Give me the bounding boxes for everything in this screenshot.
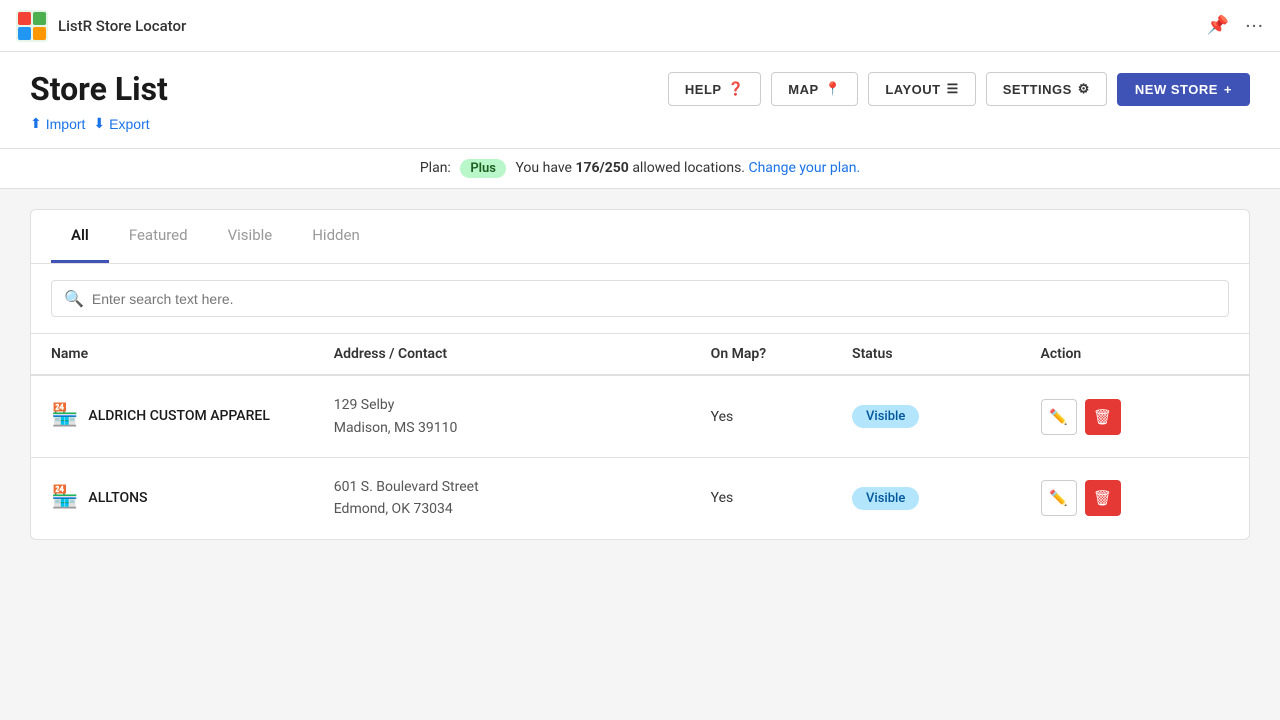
status-1: Visible <box>852 405 1040 428</box>
topbar-left: ListR Store Locator <box>16 10 186 42</box>
status-badge-2: Visible <box>852 487 919 510</box>
new-store-plus-icon: + <box>1224 82 1232 97</box>
layout-button[interactable]: LAYOUT ☰ <box>868 72 975 106</box>
layout-icon: ☰ <box>947 81 959 97</box>
table-row: 🏪 ALLTONS 601 S. Boulevard Street Edmond… <box>31 458 1249 539</box>
plan-suffix: allowed locations. <box>632 160 748 176</box>
layout-label: LAYOUT <box>885 82 940 97</box>
import-button[interactable]: ⬆ Import <box>30 115 85 132</box>
more-options-icon[interactable]: ··· <box>1245 14 1264 38</box>
page-title: Store List <box>30 72 168 107</box>
main-content: All Featured Visible Hidden 🔍 Name Addre… <box>30 209 1250 540</box>
col-address: Address / Contact <box>334 346 711 362</box>
header-right: HELP ❓ MAP 📍 LAYOUT ☰ SETTINGS ⚙ NEW STO… <box>668 72 1250 106</box>
plan-badge: Plus <box>460 159 506 178</box>
topbar-right: 📌 ··· <box>1207 14 1264 38</box>
status-2: Visible <box>852 487 1040 510</box>
onmap-1: Yes <box>711 409 852 425</box>
tabs: All Featured Visible Hidden <box>31 210 1249 264</box>
address-2: 601 S. Boulevard Street Edmond, OK 73034 <box>334 476 711 521</box>
action-1: ✏️ 🗑 <box>1041 399 1229 435</box>
search-container: 🔍 <box>31 264 1249 334</box>
store-name-2: 🏪 ALLTONS <box>51 483 334 514</box>
plan-usage: 176/250 <box>575 160 628 176</box>
search-icon: 🔍 <box>64 289 84 308</box>
store-name-1: 🏪 ALDRICH CUSTOM APPAREL <box>51 401 334 432</box>
pin-icon[interactable]: 📌 <box>1207 15 1229 36</box>
store-icon-2: 🏪 <box>51 483 78 514</box>
col-onmap: On Map? <box>711 346 852 362</box>
col-status: Status <box>852 346 1040 362</box>
search-input[interactable] <box>92 291 1216 307</box>
settings-icon: ⚙ <box>1078 81 1090 97</box>
app-title: ListR Store Locator <box>58 17 186 35</box>
app-logo <box>16 10 48 42</box>
new-store-label: NEW STORE <box>1135 82 1218 97</box>
tab-featured[interactable]: Featured <box>109 210 208 263</box>
search-box: 🔍 <box>51 280 1229 317</box>
header-left: Store List ⬆ Import ⬇ Export <box>30 72 168 132</box>
import-icon: ⬆ <box>30 115 42 132</box>
help-label: HELP <box>685 82 722 97</box>
table-row: 🏪 ALDRICH CUSTOM APPAREL 129 Selby Madis… <box>31 376 1249 458</box>
status-badge-1: Visible <box>852 405 919 428</box>
topbar: ListR Store Locator 📌 ··· <box>0 0 1280 52</box>
col-name: Name <box>51 346 334 362</box>
map-label: MAP <box>788 82 818 97</box>
store-table: Name Address / Contact On Map? Status Ac… <box>31 334 1249 539</box>
store-icon-1: 🏪 <box>51 401 78 432</box>
edit-button-2[interactable]: ✏️ <box>1041 480 1077 516</box>
header-actions: ⬆ Import ⬇ Export <box>30 115 168 132</box>
address-1: 129 Selby Madison, MS 39110 <box>334 394 711 439</box>
help-icon: ❓ <box>728 81 745 97</box>
tab-all[interactable]: All <box>51 210 109 263</box>
header-section: Store List ⬆ Import ⬇ Export HELP ❓ MAP … <box>0 52 1280 149</box>
map-icon: 📍 <box>825 81 842 97</box>
plan-description: You have <box>515 160 571 176</box>
action-2: ✏️ 🗑 <box>1041 480 1229 516</box>
plan-change-link[interactable]: Change your plan. <box>748 160 860 176</box>
tab-hidden[interactable]: Hidden <box>292 210 380 263</box>
plan-label: Plan: <box>420 160 451 176</box>
tab-visible[interactable]: Visible <box>208 210 293 263</box>
edit-button-1[interactable]: ✏️ <box>1041 399 1077 435</box>
delete-button-1[interactable]: 🗑 <box>1085 399 1121 435</box>
export-icon: ⬇ <box>93 115 105 132</box>
settings-button[interactable]: SETTINGS ⚙ <box>986 72 1107 106</box>
col-action: Action <box>1041 346 1229 362</box>
table-header: Name Address / Contact On Map? Status Ac… <box>31 334 1249 376</box>
settings-label: SETTINGS <box>1003 82 1072 97</box>
help-button[interactable]: HELP ❓ <box>668 72 761 106</box>
export-button[interactable]: ⬇ Export <box>93 115 149 132</box>
plan-bar: Plan: Plus You have 176/250 allowed loca… <box>0 149 1280 189</box>
new-store-button[interactable]: NEW STORE + <box>1117 73 1250 106</box>
delete-button-2[interactable]: 🗑 <box>1085 480 1121 516</box>
onmap-2: Yes <box>711 490 852 506</box>
map-button[interactable]: MAP 📍 <box>771 72 858 106</box>
